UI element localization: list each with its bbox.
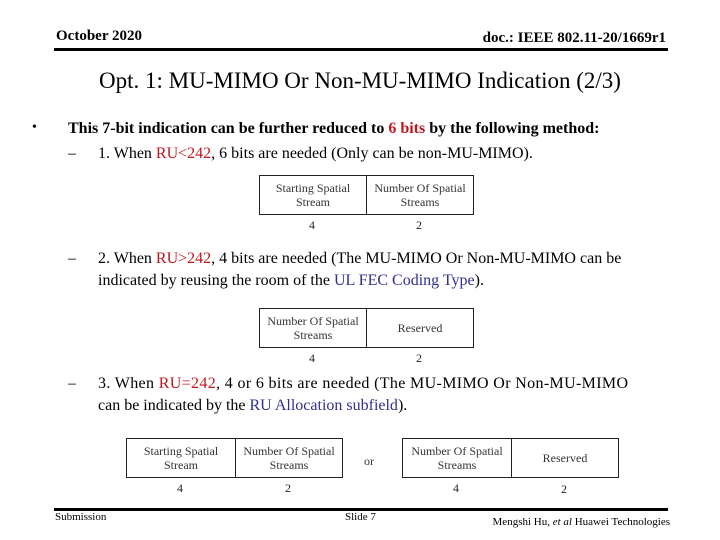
bullet-highlight: 6 bits — [388, 120, 426, 137]
item-2-field-table: Number Of Spatial Streams Reserved — [259, 308, 474, 348]
item-1-condition: RU<242 — [155, 145, 212, 162]
field-reserved: Reserved — [511, 439, 618, 477]
item-2-condition: RU>242 — [155, 250, 212, 267]
item-2-line2-before: indicated by reusing the room of the — [98, 272, 334, 289]
item-2-line2-after: ). — [474, 272, 484, 289]
item-2-text: 2. When RU>242, 4 bits are needed (The M… — [98, 250, 621, 268]
item-1-prefix: 1. When — [98, 145, 156, 162]
item-3-field-table-b: Number Of Spatial Streams Reserved — [402, 438, 619, 478]
item-3-body: , 4 or 6 bits are needed (The MU-MIMO Or… — [216, 375, 629, 392]
item-2-body: , 4 bits are needed (The MU-MIMO Or Non-… — [211, 250, 622, 267]
item-3-a-bits-b: 2 — [285, 481, 291, 495]
footer-slide-number: Slide 7 — [345, 511, 376, 523]
item-2-text-line2: indicated by reusing the room of the UL … — [98, 272, 484, 290]
header-date: October 2020 — [56, 28, 142, 44]
item-1-dash: – — [68, 145, 76, 162]
item-3-dash: – — [68, 375, 76, 392]
field-number-of-spatial-streams: Number Of Spatial Streams — [411, 444, 503, 472]
item-3-a-bits-a: 4 — [177, 481, 183, 495]
field-reserved: Reserved — [366, 309, 473, 347]
header-divider — [54, 48, 668, 51]
item-1-bits-b: 2 — [416, 218, 422, 232]
or-separator: or — [364, 454, 374, 468]
item-3-line2-before: can be indicated by the — [98, 397, 250, 414]
item-3-text-line2: can be indicated by the RU Allocation su… — [98, 397, 407, 415]
field-number-of-spatial-streams: Number Of Spatial Streams — [235, 439, 342, 477]
item-1-body: , 6 bits are needed (Only can be non-MU-… — [211, 145, 533, 162]
item-2-bits-a: 4 — [309, 351, 315, 365]
item-1-text: 1. When RU<242, 6 bits are needed (Only … — [98, 145, 533, 163]
footer-organization: Huawei Technologies — [571, 516, 670, 528]
field-number-of-spatial-streams: Number Of Spatial Streams — [267, 314, 359, 342]
field-starting-spatial-stream: Starting Spatial Stream — [275, 181, 351, 209]
item-3-b-bits-b: 2 — [561, 482, 567, 496]
footer-author: Mengshi Hu, et al Huawei Technologies — [493, 516, 670, 528]
item-2-prefix: 2. When — [98, 250, 156, 267]
item-3-condition: RU=242 — [158, 375, 217, 392]
slide-title: Opt. 1: MU-MIMO Or Non-MU-MIMO Indicatio… — [99, 68, 621, 93]
item-3-field-table-a: Starting Spatial Stream Number Of Spatia… — [126, 438, 343, 478]
item-1-bits-a: 4 — [309, 218, 315, 232]
field-number-of-spatial-streams: Number Of Spatial Streams — [366, 176, 473, 214]
item-3-prefix: 3. When — [98, 375, 159, 392]
item-2-dash: – — [68, 250, 76, 267]
bullet-text-after: by the following method: — [425, 120, 600, 137]
bullet-marker: • — [32, 120, 37, 135]
header-doc-id: doc.: IEEE 802.11-20/1669r1 — [482, 30, 666, 46]
item-3-text: 3. When RU=242, 4 or 6 bits are needed (… — [98, 375, 628, 393]
item-1-field-table: Starting Spatial Stream Number Of Spatia… — [259, 175, 474, 215]
item-3-line2-after: ). — [397, 397, 408, 414]
item-2-ref-ul-fec: UL FEC Coding Type — [333, 272, 475, 289]
footer-et-al: et al — [552, 516, 572, 528]
footer-submission: Submission — [55, 511, 107, 523]
item-2-bits-b: 2 — [416, 351, 422, 365]
item-3-b-bits-a: 4 — [453, 481, 459, 495]
item-3-ref-ru-allocation: RU Allocation subfield — [249, 397, 398, 414]
bullet-text: This 7-bit indication can be further red… — [68, 120, 599, 138]
field-starting-spatial-stream: Starting Spatial Stream — [143, 444, 219, 472]
bullet-text-before: This 7-bit indication can be further red… — [68, 120, 389, 137]
footer-author-name: Mengshi Hu, — [492, 516, 553, 528]
